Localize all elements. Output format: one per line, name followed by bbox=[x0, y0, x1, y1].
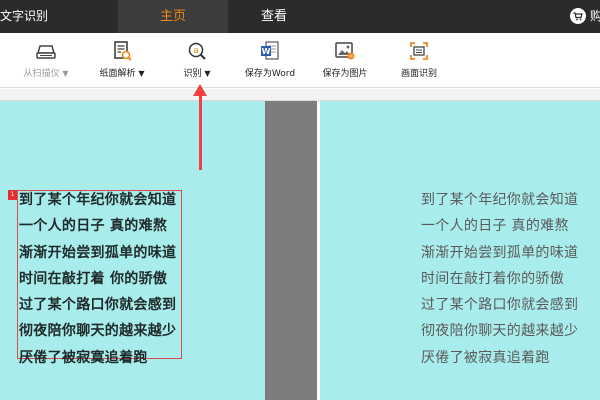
purchase-label[interactable]: 购 bbox=[590, 0, 600, 33]
scan-dropdown-caret[interactable]: ▼ bbox=[62, 69, 68, 78]
recognize-label: 识别 bbox=[183, 69, 202, 79]
page-analysis-button[interactable]: 纸面解析 ▼ bbox=[82, 33, 162, 88]
save-as-image-button[interactable]: 保存为图片 bbox=[305, 33, 385, 88]
recognized-text-block[interactable]: 到了某个年纪你就会知道 一个人的日子 真的难熬 渐渐开始尝到孤单的味道 时间在敲… bbox=[421, 187, 578, 371]
recognized-line[interactable]: 过了某个路口你就会感到 bbox=[421, 292, 578, 318]
source-line: 过了某个路口你就会感到 bbox=[19, 297, 177, 314]
pane-splitter[interactable] bbox=[265, 101, 317, 400]
recognized-line[interactable]: 渐渐开始尝到孤单的味道 bbox=[421, 240, 578, 266]
app-title: 文字识别 bbox=[0, 9, 49, 23]
svg-text:a: a bbox=[193, 46, 199, 56]
scan-button[interactable]: 从扫描仪 ▼ bbox=[6, 33, 86, 88]
save-as-word-label: 保存为Word bbox=[244, 69, 296, 79]
source-line: 彻夜陪你聊天的越来越少 bbox=[19, 323, 177, 340]
source-line: 厌倦了被寂寞追着跑 bbox=[19, 349, 148, 366]
source-line: 渐渐开始尝到孤单的味道 bbox=[19, 244, 177, 261]
page-analysis-dropdown-caret[interactable]: ▼ bbox=[138, 69, 144, 78]
source-line: 一个人的日子 真的难熬 bbox=[19, 218, 168, 235]
save-as-image-label: 保存为图片 bbox=[322, 69, 368, 79]
recognize-icon: a bbox=[185, 40, 209, 62]
screen-capture-icon bbox=[407, 40, 431, 62]
screen-capture-button[interactable]: 画面识别 bbox=[379, 33, 459, 88]
recognize-button[interactable]: a 识别 ▼ bbox=[157, 33, 237, 88]
recognized-line[interactable]: 厌倦了被寂真追着跑 bbox=[421, 345, 578, 371]
image-icon bbox=[333, 40, 357, 62]
page-analysis-icon bbox=[110, 40, 134, 62]
page-analysis-label: 纸面解析 bbox=[99, 69, 136, 79]
source-line: 时间在敲打着 你的骄傲 bbox=[19, 270, 168, 287]
region-number-badge: 1 bbox=[8, 190, 17, 200]
recognized-line[interactable]: 时间在敲打着你的骄傲 bbox=[421, 266, 578, 292]
toolbar: 从扫描仪 ▼ 纸面解析 ▼ a 识别 ▼ W 保存为Word 保存为图片 画面识… bbox=[0, 33, 600, 88]
title-bar: 文字识别 主页 查看 购 bbox=[0, 0, 600, 33]
tab-view[interactable]: 查看 bbox=[228, 0, 320, 33]
scanner-icon bbox=[34, 40, 58, 62]
word-icon: W bbox=[258, 40, 282, 62]
recognized-line[interactable]: 到了某个年纪你就会知道 bbox=[421, 187, 578, 213]
tab-home[interactable]: 主页 bbox=[118, 0, 228, 33]
cart-icon[interactable] bbox=[570, 8, 586, 24]
annotation-arrow-shaft bbox=[199, 93, 202, 170]
scan-label: 从扫描仪 bbox=[23, 69, 60, 79]
svg-text:W: W bbox=[262, 47, 271, 56]
recognized-line[interactable]: 一个人的日子 真的难熬 bbox=[421, 213, 578, 239]
recognized-line[interactable]: 彻夜陪你聊天的越来越少 bbox=[421, 318, 578, 344]
toolbar-divider-strip bbox=[0, 89, 600, 101]
save-as-word-button[interactable]: W 保存为Word bbox=[230, 33, 310, 88]
recognize-dropdown-caret[interactable]: ▼ bbox=[204, 69, 210, 78]
source-text-block: 到了某个年纪你就会知道 一个人的日子 真的难熬 渐渐开始尝到孤单的味道 时间在敲… bbox=[19, 187, 176, 371]
source-line: 到了某个年纪你就会知道 bbox=[19, 192, 177, 208]
screen-capture-label: 画面识别 bbox=[400, 69, 437, 79]
